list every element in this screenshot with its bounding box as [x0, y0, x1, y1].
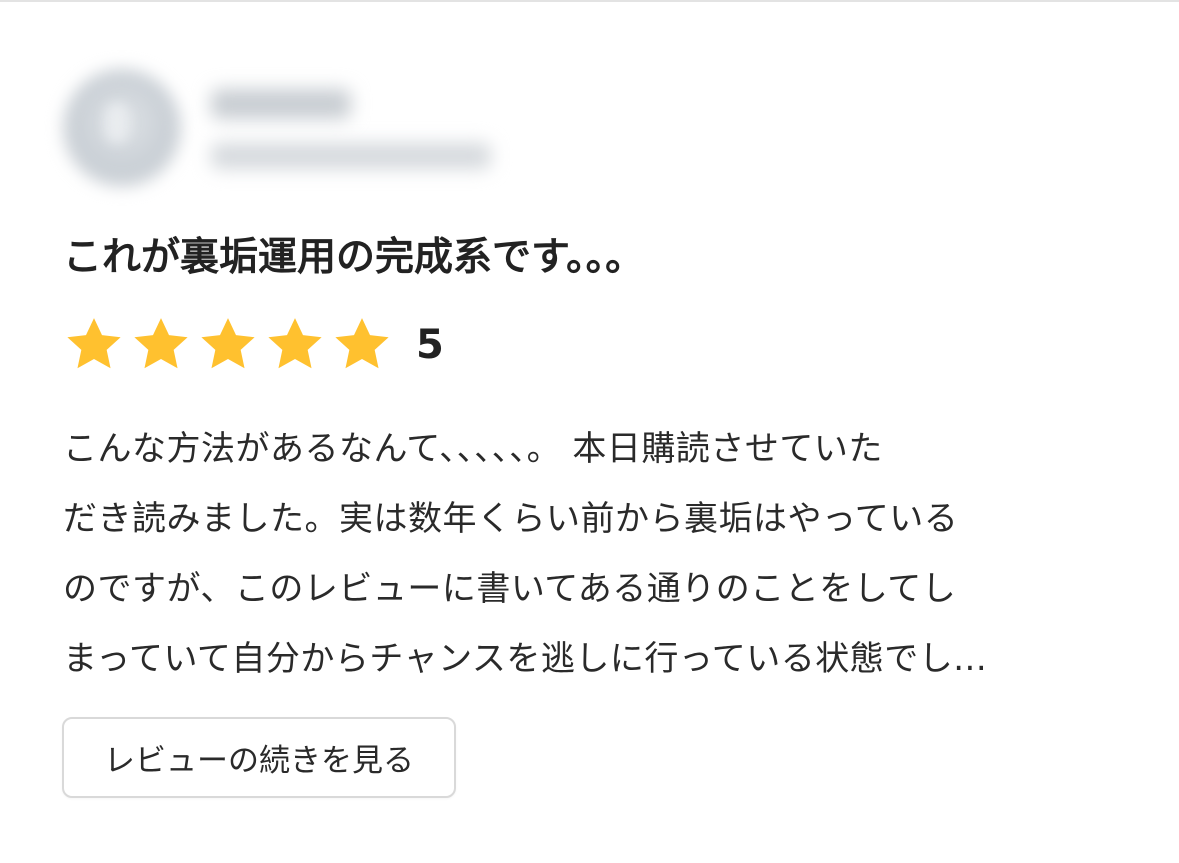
reviewer-header: [55, 55, 545, 215]
star-icon: [134, 318, 188, 369]
star-icon: [67, 318, 121, 369]
rating-value: 5: [416, 322, 444, 368]
read-more-button[interactable]: レビューの続きを見る: [62, 717, 456, 798]
star-icon: [335, 318, 389, 369]
review-body-line: こんな方法があるなんて、、、、、。 本日購読させていた: [63, 429, 883, 469]
star-icon: [201, 318, 255, 369]
star-icon: [268, 318, 322, 369]
review-body-line: だき読みました。実は数年くらい前から裏垢はやっている: [63, 499, 959, 539]
top-divider: [0, 0, 1179, 2]
reviewer-meta-redacted: [211, 143, 491, 169]
review-title: これが裏垢運用の完成系です。。。: [63, 235, 645, 280]
avatar-person-icon: [105, 103, 129, 143]
star-rating: 5: [63, 310, 444, 380]
reviewer-name-redacted: [211, 89, 351, 119]
review-body-line: のですが、このレビューに書いてある通りのことをしてし: [63, 569, 957, 609]
review-body: こんな方法があるなんて、、、、、。 本日購読させていた だき読みました。実は数年…: [63, 414, 1123, 694]
review-body-line: まっていて自分からチャンスを逃しに行っている状態でし...: [63, 639, 988, 679]
